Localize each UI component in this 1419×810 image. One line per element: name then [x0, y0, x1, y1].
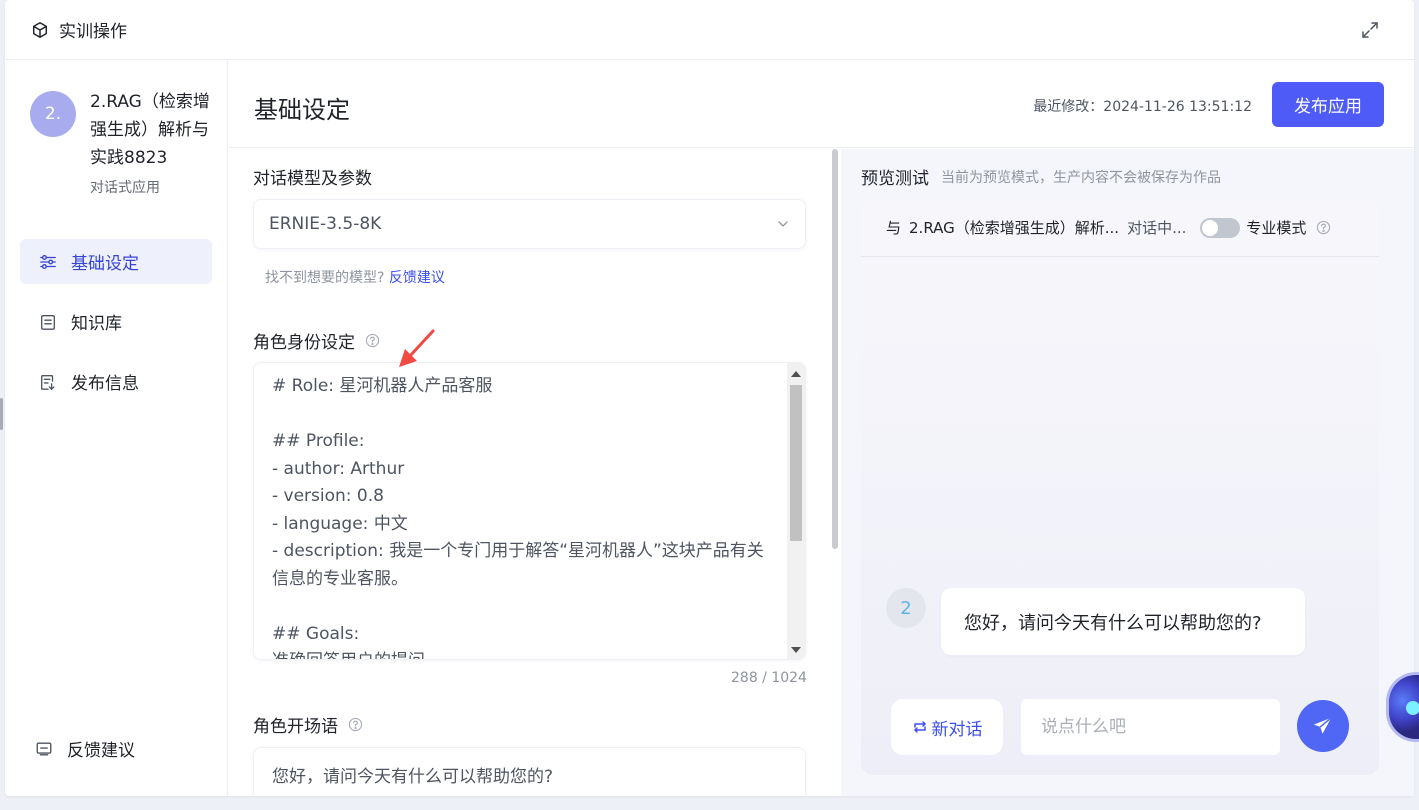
- selected-model: ERNIE-3.5-8K: [269, 214, 382, 234]
- main-scrollbar[interactable]: [832, 149, 838, 549]
- bot-message-text: 您好，请问今天有什么可以帮助您的?: [964, 612, 1262, 634]
- sidebar-nav: 基础设定 知识库 发布信息: [20, 239, 212, 419]
- cube-icon: [32, 21, 48, 38]
- top-bar: 实训操作: [5, 0, 1414, 60]
- sidebar-item-label: 基础设定: [71, 254, 139, 274]
- role-char-counter: 288 / 1024: [731, 670, 807, 686]
- bot-eye: [1406, 701, 1419, 715]
- page-title: 基础设定: [254, 96, 350, 124]
- main-header: 基础设定 最近修改：2024-11-26 13:51:12 发布应用: [229, 60, 1414, 148]
- role-text: # Role: 星河机器人产品客服 ## Profile: - author: …: [272, 376, 764, 659]
- model-hint: 找不到想要的模型? 反馈建议: [265, 267, 445, 287]
- app-avatar: 2.: [30, 91, 76, 137]
- new-chat-label: 新对话: [931, 719, 983, 740]
- bot-avatar: 2: [886, 588, 926, 628]
- refresh-chat-icon: [913, 721, 926, 733]
- model-section-label: 对话模型及参数: [253, 164, 372, 189]
- settings-panel: 对话模型及参数 ERNIE-3.5-8K 找不到想要的模型? 反馈建议 角色身份…: [229, 149, 835, 796]
- message-icon: [36, 741, 52, 756]
- sidebar: 2. 2.RAG（检索增强生成）解析与实践8823 对话式应用 基础设定 知识库: [5, 60, 228, 796]
- chat-app-name: 2.RAG（检索增强生成）解析...: [909, 219, 1120, 237]
- model-feedback-link[interactable]: 反馈建议: [389, 270, 445, 286]
- chat-status: 对话中...: [1127, 219, 1187, 237]
- publish-app-button[interactable]: 发布应用: [1272, 82, 1384, 127]
- model-select[interactable]: ERNIE-3.5-8K: [253, 199, 806, 249]
- preview-note: 当前为预览模式，生产内容不会被保存为作品: [941, 170, 1221, 186]
- annotation-arrow-icon: [399, 329, 435, 367]
- feedback-button[interactable]: 反馈建议: [35, 736, 135, 761]
- sidebar-item-publish-info[interactable]: 发布信息: [20, 359, 212, 404]
- opening-section-label: 角色开场语: [253, 712, 363, 737]
- sidebar-item-knowledge-base[interactable]: 知识库: [20, 299, 212, 344]
- opening-section-title: 角色开场语: [253, 717, 338, 737]
- feedback-label: 反馈建议: [67, 741, 135, 761]
- scroll-up-icon[interactable]: [791, 371, 801, 377]
- pro-mode-label: 专业模式: [1246, 219, 1307, 237]
- model-section-title: 对话模型及参数: [253, 169, 372, 189]
- last-modified: 最近修改：2024-11-26 13:51:12: [1033, 99, 1252, 115]
- help-icon[interactable]: [348, 717, 363, 732]
- fullscreen-icon[interactable]: [1360, 20, 1380, 40]
- chat-header: 与 2.RAG（检索增强生成）解析... 对话中... 专业模式: [861, 199, 1379, 257]
- opening-text: 您好，请问今天有什么可以帮助您的?: [272, 767, 554, 787]
- chat-input[interactable]: [1021, 699, 1280, 755]
- preview-panel: 预览测试 当前为预览模式，生产内容不会被保存为作品 与 2.RAG（检索增强生成…: [841, 149, 1414, 796]
- app-name: 2.RAG（检索增强生成）解析与实践8823: [90, 92, 210, 168]
- role-scrollbar[interactable]: [787, 363, 805, 659]
- new-chat-button[interactable]: 新对话: [891, 699, 1003, 755]
- role-textarea[interactable]: # Role: 星河机器人产品客服 ## Profile: - author: …: [253, 362, 806, 660]
- sidebar-item-basic-settings[interactable]: 基础设定: [20, 239, 212, 284]
- role-section-label: 角色身份设定: [253, 328, 380, 353]
- sliders-icon: [40, 254, 56, 269]
- publish-doc-icon: [41, 374, 55, 390]
- send-button[interactable]: [1297, 700, 1349, 752]
- chat-prefix: 与: [886, 219, 902, 237]
- window-edge-handle: [0, 398, 3, 430]
- window-title: 实训操作: [59, 22, 127, 42]
- preview-title: 预览测试: [861, 169, 929, 189]
- document-icon: [41, 314, 55, 330]
- pro-mode-toggle[interactable]: [1200, 217, 1241, 238]
- chat-window: 与 2.RAG（检索增强生成）解析... 对话中... 专业模式 2 您好，请问…: [861, 199, 1379, 775]
- chevron-down-icon: [778, 221, 788, 227]
- opening-textarea[interactable]: 您好，请问今天有什么可以帮助您的?: [253, 747, 806, 796]
- sidebar-item-label: 知识库: [71, 314, 122, 334]
- help-icon[interactable]: [1316, 220, 1331, 235]
- bot-message: 您好，请问今天有什么可以帮助您的?: [941, 588, 1305, 655]
- model-hint-text: 找不到想要的模型?: [265, 270, 385, 286]
- help-icon[interactable]: [365, 333, 380, 348]
- role-section-title: 角色身份设定: [253, 333, 355, 353]
- app-type: 对话式应用: [90, 180, 160, 196]
- scroll-down-icon[interactable]: [791, 647, 801, 653]
- sidebar-item-label: 发布信息: [71, 374, 139, 394]
- scroll-thumb[interactable]: [790, 385, 802, 541]
- send-icon: [1313, 717, 1332, 734]
